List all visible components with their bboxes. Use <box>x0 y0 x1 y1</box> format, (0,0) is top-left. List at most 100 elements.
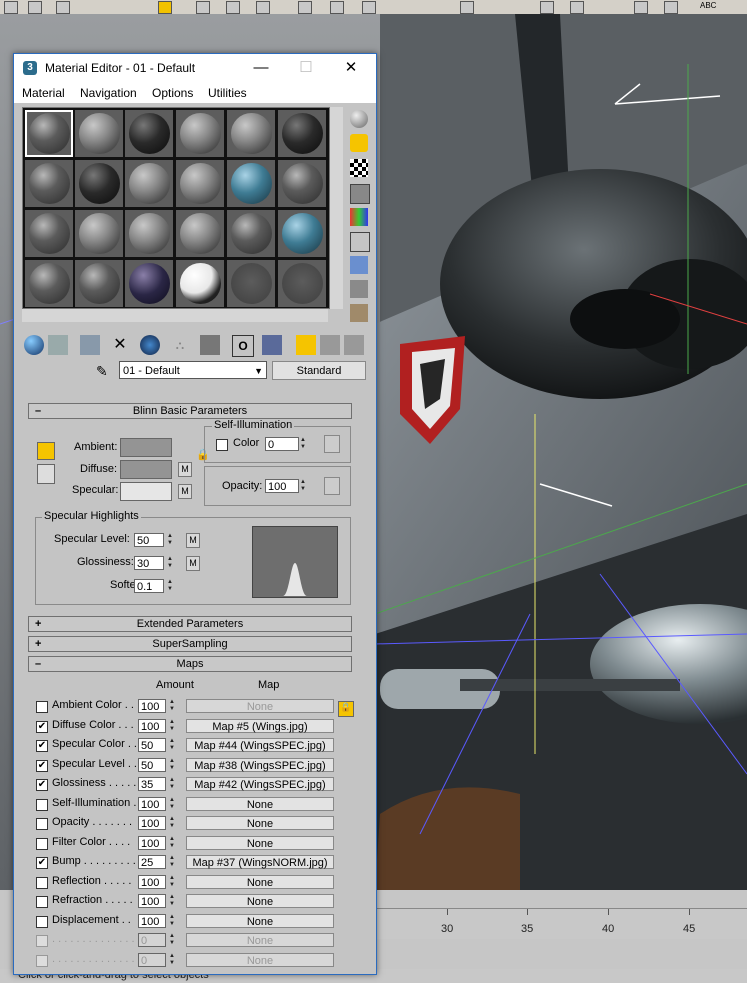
opacity-value[interactable]: 100 <box>265 479 299 493</box>
map-amount-value[interactable]: 0 <box>138 952 166 967</box>
sample-slot[interactable] <box>227 260 275 307</box>
map-enable-checkbox[interactable]: ✔ <box>36 759 48 772</box>
map-amount-value[interactable]: 0 <box>138 933 166 947</box>
ambient-color-swatch[interactable] <box>120 438 172 457</box>
spinner-arrows[interactable]: ▲ ▼ <box>168 953 176 967</box>
spinner-arrows[interactable]: ▲ ▼ <box>168 738 176 752</box>
self-illum-value[interactable]: 0 <box>265 437 299 451</box>
move-icon[interactable] <box>298 1 312 14</box>
spinner-arrows[interactable]: ▲ ▼ <box>299 437 307 451</box>
menu-utilities[interactable]: Utilities <box>208 86 247 100</box>
material-effects-channel-icon[interactable] <box>200 335 220 355</box>
layer-icon[interactable] <box>634 1 648 14</box>
map-slot-button[interactable]: Map #37 (WingsNORM.jpg) <box>186 855 334 869</box>
select-by-material-icon[interactable] <box>350 280 368 298</box>
sample-slot[interactable] <box>25 160 73 207</box>
material-editor-window[interactable]: 3 Material Editor - 01 - Default — ☐ ✕ M… <box>13 53 377 975</box>
map-amount-value[interactable]: 25 <box>138 855 166 869</box>
reset-map-icon[interactable]: ✕ <box>110 335 130 355</box>
sample-slot[interactable] <box>278 210 326 257</box>
sample-slot[interactable] <box>25 260 73 307</box>
map-amount-value[interactable]: 50 <box>138 757 166 772</box>
eyedropper-icon[interactable]: ✎ <box>96 363 108 380</box>
sample-slot[interactable] <box>176 160 224 207</box>
map-amount-value[interactable]: 100 <box>138 718 166 733</box>
unlink-icon[interactable] <box>56 1 70 14</box>
spinner-arrows[interactable]: ▲ ▼ <box>168 777 176 791</box>
sample-slot[interactable] <box>227 110 275 157</box>
map-enable-checkbox[interactable] <box>36 876 48 889</box>
sample-slot[interactable] <box>227 160 275 207</box>
put-to-library-icon[interactable]: ⛬ <box>170 335 190 355</box>
sample-slot[interactable] <box>25 210 73 257</box>
maximize-button[interactable]: ☐ <box>291 58 321 78</box>
spinner-arrows[interactable]: ▲ ▼ <box>168 875 176 889</box>
map-slot-button[interactable]: None <box>186 913 334 928</box>
snap-icon[interactable] <box>460 1 474 14</box>
specular-level-map-button[interactable]: M <box>186 533 200 548</box>
go-forward-to-sibling-icon[interactable] <box>320 335 340 355</box>
sample-slot[interactable] <box>125 160 173 207</box>
map-slot-button[interactable]: Map #38 (WingsSPEC.jpg) <box>186 757 334 772</box>
minimize-button[interactable]: — <box>246 58 276 78</box>
sample-slot[interactable] <box>278 260 326 307</box>
map-slot-button[interactable]: None <box>186 874 334 889</box>
map-enable-checkbox[interactable] <box>36 798 48 811</box>
make-unique-icon[interactable] <box>140 335 160 355</box>
map-enable-checkbox[interactable] <box>36 896 48 908</box>
self-illum-color-checkbox[interactable] <box>216 439 228 451</box>
spinner-arrows[interactable]: ▲ ▼ <box>168 933 176 947</box>
pick-material-icon[interactable] <box>344 335 364 355</box>
spinner-arrows[interactable]: ▲ ▼ <box>168 894 176 908</box>
put-to-scene-icon[interactable] <box>48 335 68 355</box>
sample-slot[interactable] <box>227 210 275 257</box>
sample-slot[interactable] <box>25 110 73 157</box>
get-material-icon[interactable] <box>24 335 44 355</box>
soften-value[interactable]: 0.1 <box>134 579 164 593</box>
map-enable-checkbox[interactable]: ✔ <box>36 740 48 752</box>
blinn-basic-rollout-header[interactable]: – Blinn Basic Parameters <box>28 403 352 419</box>
specular-level-value[interactable]: 50 <box>134 533 164 547</box>
spinner-arrows[interactable]: ▲ ▼ <box>168 699 176 713</box>
spinner-arrows[interactable]: ▲ ▼ <box>168 836 176 850</box>
sample-slot[interactable] <box>75 210 123 257</box>
sample-slot[interactable] <box>125 210 173 257</box>
map-slot-button[interactable]: Map #42 (WingsSPEC.jpg) <box>186 777 334 791</box>
slots-horizontal-scrollbar[interactable] <box>22 309 328 322</box>
go-to-parent-icon[interactable] <box>296 335 316 355</box>
map-slot-button[interactable]: None <box>186 796 334 811</box>
window-crossing-icon[interactable] <box>256 1 270 14</box>
map-slot-button[interactable]: None <box>186 699 334 713</box>
map-amount-value[interactable]: 50 <box>138 738 166 752</box>
spinner-arrows[interactable]: ▲ ▼ <box>168 719 176 733</box>
menu-options[interactable]: Options <box>152 86 193 100</box>
scale-icon[interactable] <box>362 1 376 14</box>
lock-ambient-diffuse-icon[interactable] <box>37 442 55 460</box>
sample-slot[interactable] <box>278 110 326 157</box>
specular-color-swatch[interactable] <box>120 482 172 501</box>
sample-type-icon[interactable] <box>350 110 368 128</box>
sample-slot[interactable] <box>125 260 173 307</box>
slots-vertical-scrollbar[interactable] <box>330 107 343 309</box>
spinner-arrows[interactable]: ▲ ▼ <box>168 855 176 869</box>
sample-slot[interactable] <box>176 210 224 257</box>
spinner-arrows[interactable]: ▲ ▼ <box>168 758 176 772</box>
extended-parameters-rollout-header[interactable]: + Extended Parameters <box>28 616 352 632</box>
selection-region-icon[interactable] <box>226 1 240 14</box>
sample-uv-tiling-icon[interactable] <box>350 184 370 204</box>
map-slot-button[interactable]: None <box>186 816 334 830</box>
sample-slot[interactable] <box>75 110 123 157</box>
close-button[interactable]: ✕ <box>336 58 366 78</box>
mirror-icon[interactable] <box>540 1 554 14</box>
maps-rollout-header[interactable]: – Maps <box>28 656 352 672</box>
map-slot-button[interactable]: None <box>186 835 334 850</box>
sample-slot[interactable] <box>278 160 326 207</box>
map-amount-value[interactable]: 100 <box>138 699 166 713</box>
glossiness-value[interactable]: 30 <box>134 556 164 570</box>
spinner-arrows[interactable]: ▲ ▼ <box>168 914 176 928</box>
align-icon[interactable] <box>570 1 584 14</box>
spinner-arrows[interactable]: ▲ ▼ <box>299 479 307 493</box>
spinner-arrows[interactable]: ▲ ▼ <box>168 816 176 830</box>
show-end-result-icon[interactable] <box>262 335 282 355</box>
material-type-button[interactable]: Standard <box>272 361 366 380</box>
